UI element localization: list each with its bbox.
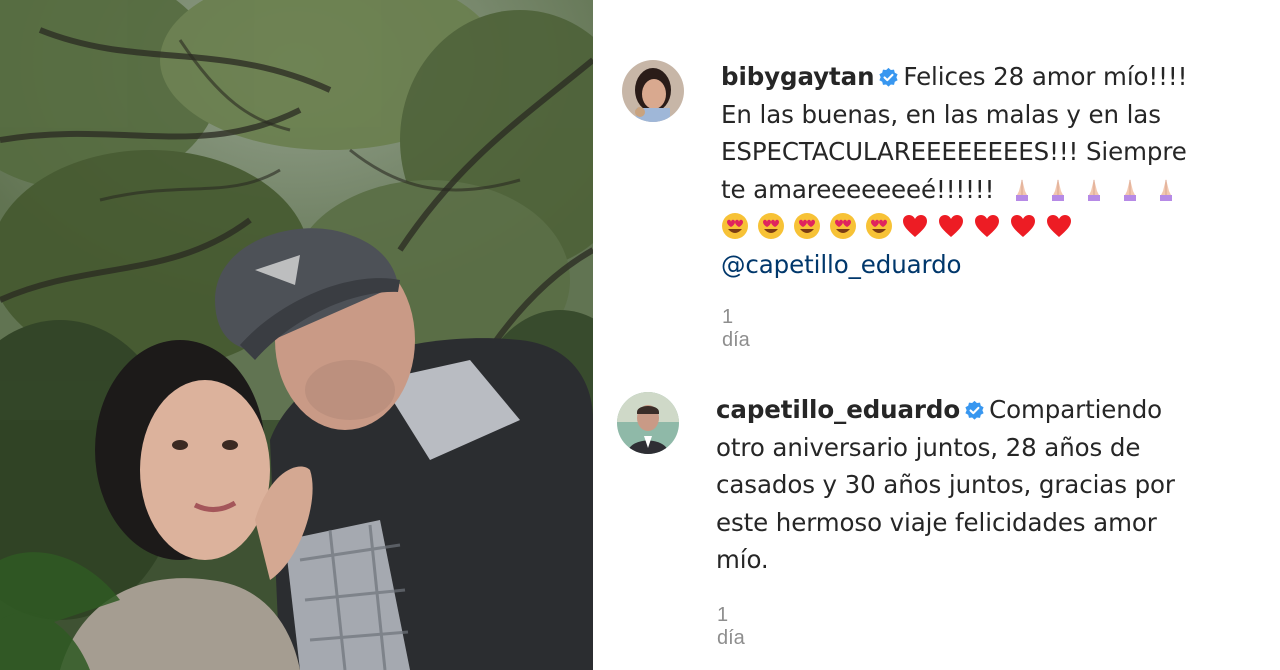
comment-text-line: Felices 28 amor mío!!!! xyxy=(903,62,1188,91)
heart-eyes-face-icon xyxy=(793,212,821,240)
comment-text-line: otro aniversario juntos, 28 años de xyxy=(716,432,1141,462)
avatar-bibygaytan[interactable] xyxy=(622,60,684,122)
comment-timestamp[interactable]: 1 día xyxy=(722,306,750,352)
post-photo xyxy=(0,0,593,670)
folded-hands-icon xyxy=(1080,175,1108,203)
folded-hands-icon xyxy=(1116,175,1144,203)
comment-text-line: ESPECTACULAREEEEEEEES!!! Siempre xyxy=(721,137,1187,166)
mention-link[interactable]: @capetillo_eduardo xyxy=(721,250,962,279)
comment-timestamp[interactable]: 1 día xyxy=(717,604,745,650)
heart-eyes-emoji-row xyxy=(721,212,1073,240)
comment-body: bibygaytan Felices 28 amor mío!!!! En las… xyxy=(721,58,1261,283)
heart-eyes-face-icon xyxy=(721,212,749,240)
red-heart-icon xyxy=(1045,212,1073,240)
folded-hands-icon xyxy=(1008,175,1036,203)
folded-hands-icon xyxy=(1152,175,1180,203)
red-heart-icon xyxy=(973,212,1001,240)
avatar-capetillo-eduardo[interactable] xyxy=(617,392,679,454)
folded-hands-icon xyxy=(1044,175,1072,203)
comment-text-line: Compartiendo xyxy=(989,395,1163,424)
comment-text-line: En las buenas, en las malas y en las xyxy=(721,99,1161,129)
heart-eyes-face-icon xyxy=(757,212,785,240)
red-heart-icon xyxy=(937,212,965,240)
comment-text-line: te amareeeeeeeé!!!!!! xyxy=(721,174,995,204)
comment-body: capetillo_eduardo Compartiendo otro anive… xyxy=(716,391,1266,579)
comment-text-line: mío. xyxy=(716,545,769,574)
comment-text-line: casados y 30 años juntos, gracias por xyxy=(716,470,1175,499)
heart-eyes-face-icon xyxy=(829,212,857,240)
red-heart-icon xyxy=(901,212,929,240)
verified-badge-icon xyxy=(878,67,899,88)
comment-text-line: este hermoso viaje felicidades amor xyxy=(716,507,1157,537)
prayer-emoji-row xyxy=(1008,175,1180,203)
username[interactable]: bibygaytan xyxy=(721,62,875,91)
verified-badge-icon xyxy=(964,400,985,421)
username[interactable]: capetillo_eduardo xyxy=(716,395,960,424)
heart-eyes-face-icon xyxy=(865,212,893,240)
red-heart-icon xyxy=(1009,212,1037,240)
